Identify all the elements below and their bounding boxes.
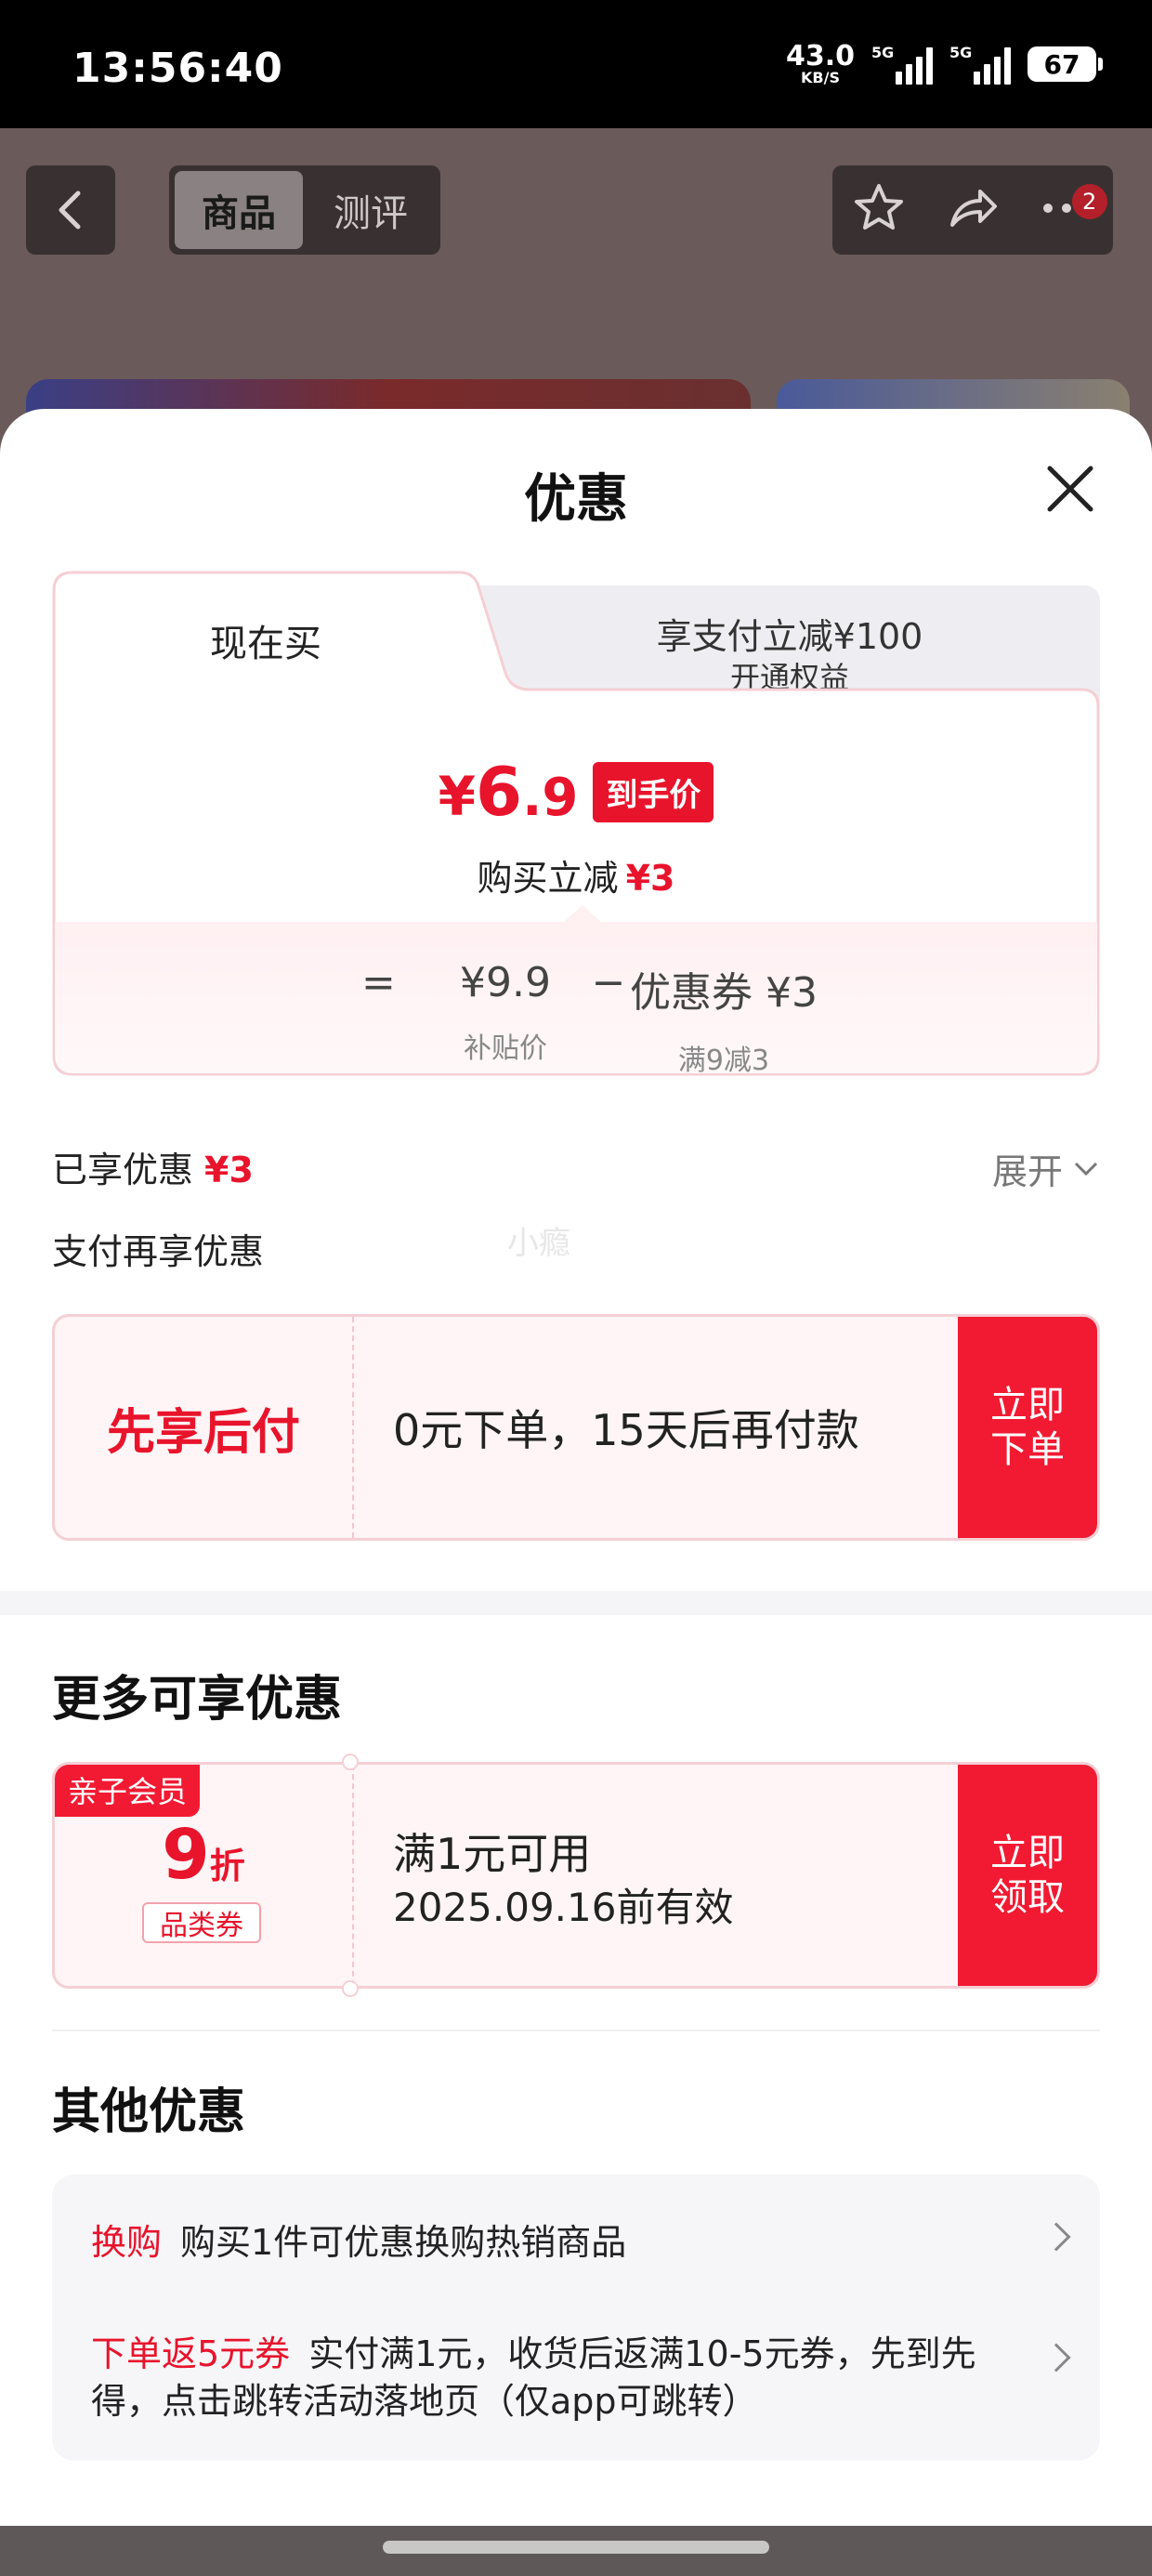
more-icon[interactable]: 2 [1039, 184, 1107, 221]
other-item-highlight: 换购 [91, 2222, 163, 2263]
discount-sheet: 优惠 享支付立减¥100 开通权益 现在买 ¥6.9 到手价 购买立减¥3 = [0, 409, 1152, 2528]
coupon-card[interactable]: 亲子会员 9折 品类券 满1元可用 2025.09.16前有效 立即领取 [52, 1762, 1100, 1989]
price-integer: 6 [476, 753, 523, 831]
divider [52, 2030, 1100, 2031]
coupon-notch [342, 1980, 359, 1997]
pay-later-title: 先享后付 [106, 1404, 300, 1461]
tab-buy-now[interactable]: 现在买 [52, 613, 479, 667]
pay-later-desc: 0元下单，15天后再付款 [393, 1405, 859, 1455]
section-separator [0, 1591, 1152, 1615]
discount-label: 购买立减 [477, 858, 619, 899]
enjoyed-discount: 已享优惠 ¥3 [52, 1141, 254, 1192]
equals-sign: = [361, 959, 396, 1006]
home-indicator[interactable] [383, 2541, 769, 2554]
chevron-right-icon [1041, 2343, 1071, 2372]
card-divider [352, 1765, 354, 1986]
net-speed: 43.0 KB/S [786, 43, 855, 85]
price-currency: ¥ [438, 765, 476, 828]
signal-label: 5G [871, 44, 895, 61]
subsidy-label: 补贴价 [464, 1032, 547, 1065]
net-speed-value: 43.0 [785, 40, 855, 72]
close-button[interactable] [1041, 459, 1100, 519]
coupon-rule: 满9减3 [677, 1045, 770, 1077]
status-bar: 13:56:40 43.0 KB/S 5G 5G 67 [0, 0, 1152, 128]
price-card: 享支付立减¥100 开通权益 现在买 ¥6.9 到手价 购买立减 ¥3 = ¥9.… [52, 571, 1100, 1077]
back-icon [59, 191, 81, 230]
product-tabs: 商品 测评 [169, 165, 440, 255]
signal-label: 5G [949, 44, 973, 61]
back-button[interactable] [26, 165, 115, 255]
tab-review[interactable]: 测评 [307, 171, 435, 249]
enjoyed-label: 已享优惠 [52, 1150, 194, 1190]
signal-icon: 5G [949, 44, 1011, 85]
other-discounts-list: 换购 购买1件可优惠换购热销商品 下单返5元券 实付满1元，收货后返满10-5元券，… [52, 2175, 1100, 2461]
expand-button[interactable]: 展开 [992, 1143, 1100, 1194]
enjoyed-amount: ¥3 [204, 1150, 254, 1190]
other-item-highlight: 下单返5元券 [91, 2333, 291, 2374]
other-discounts-title: 其他优惠 [52, 2084, 246, 2140]
price-breakdown: = ¥9.9 补贴价 − 优惠券 ¥3 满9减3 [55, 905, 1097, 1077]
coupon-validity: 2025.09.16前有效 [393, 1885, 734, 1930]
share-icon[interactable] [945, 180, 1001, 240]
more-discounts-title: 更多可享优惠 [52, 1672, 343, 1728]
expand-label: 展开 [991, 1151, 1063, 1192]
equals-text: = [361, 959, 396, 1006]
tab-product[interactable]: 商品 [175, 171, 303, 249]
discount-line: 购买立减 ¥3 [52, 849, 1100, 900]
other-item-cashback[interactable]: 下单返5元券 实付满1元，收货后返满10-5元券，先到先得，点击跳转活动落地页（仅… [91, 2331, 1026, 2426]
coupon-discount: 9折 [55, 1815, 352, 1895]
claim-now-button[interactable]: 立即领取 [958, 1765, 1097, 1986]
coupon-item: 优惠券 ¥3 满9减3 [612, 959, 835, 1078]
breakdown-pointer [564, 905, 601, 922]
other-item-text: 购买1件可优惠换购热销商品 [180, 2222, 627, 2263]
coupon-condition: 满1元可用 [393, 1829, 592, 1879]
price-tag: 到手价 [593, 761, 714, 822]
coupon-notch [342, 1754, 359, 1770]
sheet-title: 优惠 [524, 469, 628, 530]
card-divider [352, 1317, 354, 1538]
navigation-bar [0, 2526, 1152, 2576]
pay-later-card[interactable]: 先享后付 0元下单，15天后再付款 立即下单 [52, 1314, 1100, 1541]
order-now-button[interactable]: 立即下单 [958, 1317, 1097, 1538]
pay-more-label: 支付再享优惠 [52, 1231, 265, 1272]
chevron-down-icon [1074, 1162, 1098, 1176]
coupon-amount: 优惠券 ¥3 [630, 969, 818, 1017]
watermark: 小瘾 [507, 1225, 570, 1262]
coupon-discount-unit: 折 [209, 1846, 245, 1886]
coupon-category: 品类券 [142, 1902, 261, 1943]
coupon-discount-value: 9 [162, 1815, 210, 1895]
coupon-tag: 亲子会员 [55, 1765, 201, 1817]
other-item-exchange[interactable]: 换购 购买1件可优惠换购热销商品 [91, 2219, 1026, 2267]
discount-amount: ¥3 [625, 858, 675, 899]
signal-icon: 5G [871, 44, 933, 85]
star-icon[interactable] [851, 180, 907, 240]
battery-icon: 67 [1028, 46, 1103, 82]
close-icon [1047, 466, 1093, 512]
status-indicators: 43.0 KB/S 5G 5G 67 [786, 43, 1103, 85]
final-price: ¥6.9 [439, 753, 579, 831]
notification-badge: 2 [1071, 184, 1107, 219]
top-actions: 2 [832, 165, 1113, 255]
price-decimal: .9 [522, 768, 579, 828]
final-price-row: ¥6.9 到手价 [52, 753, 1100, 831]
net-speed-unit: KB/S [801, 69, 840, 86]
chevron-right-icon [1041, 2222, 1071, 2252]
status-time: 13:56:40 [72, 45, 283, 92]
